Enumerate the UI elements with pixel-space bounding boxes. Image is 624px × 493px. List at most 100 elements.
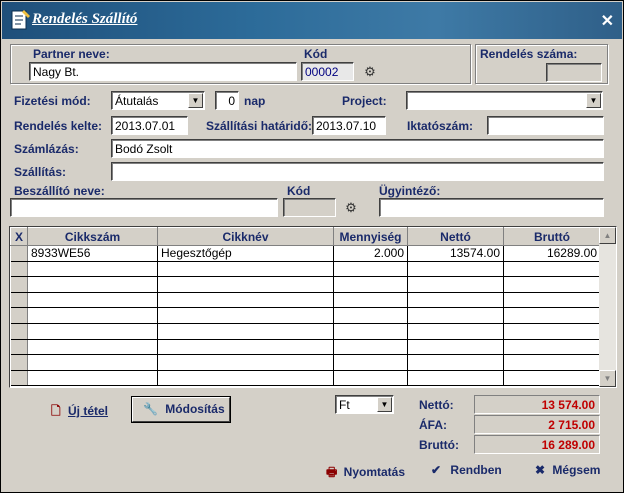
project-label: Project: bbox=[342, 94, 387, 108]
cell-gross: 16289.00 bbox=[503, 245, 601, 262]
modify-button[interactable]: 🔧 Módosítás bbox=[132, 397, 230, 422]
scroll-down-icon[interactable]: ▼ bbox=[599, 370, 616, 387]
column-header-code[interactable]: Cikkszám bbox=[27, 227, 158, 246]
row-selector[interactable] bbox=[10, 276, 28, 293]
empty-cell bbox=[503, 370, 601, 387]
items-grid[interactable]: X Cikkszám Cikknév Mennyiség Nettó Brutt… bbox=[9, 226, 617, 388]
empty-cell bbox=[27, 370, 158, 387]
chevron-down-icon[interactable]: ▼ bbox=[377, 397, 392, 412]
row-selector[interactable] bbox=[10, 323, 28, 340]
empty-cell bbox=[407, 370, 504, 387]
ok-button[interactable]: ✔ Rendben bbox=[431, 463, 502, 477]
payment-method-value: Átutalás bbox=[115, 94, 159, 108]
cancel-label: Mégsem bbox=[552, 463, 601, 477]
partner-lookup-icon[interactable]: ⚙ bbox=[362, 64, 378, 80]
payment-days-field[interactable]: 0 bbox=[215, 91, 239, 110]
currency-select[interactable]: Ft ▼ bbox=[335, 395, 394, 414]
delivery-deadline-field[interactable]: 2013.07.10 bbox=[312, 116, 386, 135]
partner-name-field[interactable]: Nagy Bt. bbox=[29, 62, 297, 81]
order-date-field[interactable]: 2013.07.01 bbox=[111, 116, 188, 135]
empty-cell bbox=[503, 261, 601, 278]
supplier-code-field[interactable] bbox=[283, 198, 336, 217]
row-selector[interactable] bbox=[10, 370, 28, 387]
column-header-qty[interactable]: Mennyiség bbox=[333, 227, 408, 246]
empty-cell bbox=[407, 339, 504, 356]
supplier-lookup-icon[interactable]: ⚙ bbox=[343, 200, 359, 216]
empty-cell bbox=[157, 292, 334, 309]
table-header-row: X Cikkszám Cikknév Mennyiség Nettó Brutt… bbox=[10, 227, 601, 246]
table-row[interactable] bbox=[10, 339, 601, 356]
chevron-down-icon[interactable]: ▼ bbox=[586, 93, 601, 108]
empty-cell bbox=[407, 323, 504, 340]
row-selector[interactable] bbox=[10, 261, 28, 278]
partner-code-label: Kód bbox=[304, 47, 328, 61]
row-selector[interactable] bbox=[10, 307, 28, 324]
empty-cell bbox=[27, 261, 158, 278]
empty-cell bbox=[407, 276, 504, 293]
empty-cell bbox=[407, 261, 504, 278]
payment-method-label: Fizetési mód: bbox=[14, 94, 91, 108]
app-logo-icon bbox=[11, 10, 30, 30]
cell-code: 8933WE56 bbox=[27, 245, 158, 262]
empty-cell bbox=[333, 276, 408, 293]
row-selector[interactable] bbox=[10, 292, 28, 309]
agent-field[interactable] bbox=[379, 198, 604, 217]
billing-field[interactable]: Bodó Zsolt bbox=[111, 139, 604, 158]
table-row[interactable] bbox=[10, 323, 601, 340]
row-selector[interactable] bbox=[10, 245, 28, 262]
print-button[interactable]: 🖶 Nyomtatás bbox=[326, 463, 405, 484]
grid-scrollbar[interactable]: ▲ ▼ bbox=[599, 227, 616, 387]
new-item-label: Új tétel bbox=[68, 404, 109, 418]
empty-cell bbox=[27, 323, 158, 340]
empty-cell bbox=[333, 354, 408, 371]
vat-total-label: ÁFA: bbox=[419, 418, 447, 432]
table-row[interactable] bbox=[10, 370, 601, 387]
empty-cell bbox=[333, 307, 408, 324]
empty-cell bbox=[503, 276, 601, 293]
table-row[interactable] bbox=[10, 354, 601, 371]
partner-code-field[interactable]: 00002 bbox=[301, 62, 354, 81]
table-row[interactable] bbox=[10, 261, 601, 278]
chevron-down-icon[interactable]: ▼ bbox=[188, 93, 203, 108]
table-row[interactable] bbox=[10, 292, 601, 309]
empty-cell bbox=[157, 323, 334, 340]
new-item-button[interactable]: 🗋 Új tétel bbox=[51, 402, 108, 423]
column-header-net[interactable]: Nettó bbox=[407, 227, 504, 246]
scroll-up-icon[interactable]: ▲ bbox=[599, 227, 616, 244]
order-number-field bbox=[546, 63, 602, 82]
supplier-name-field[interactable] bbox=[10, 198, 278, 217]
column-header-name[interactable]: Cikknév bbox=[157, 227, 334, 246]
table-row[interactable] bbox=[10, 276, 601, 293]
shipping-field[interactable] bbox=[111, 162, 604, 181]
items-table: X Cikkszám Cikknév Mennyiség Nettó Brutt… bbox=[10, 227, 601, 387]
vat-total-value: 2 715.00 bbox=[474, 415, 600, 434]
empty-cell bbox=[503, 354, 601, 371]
window-title: Rendelés Szállító bbox=[32, 11, 138, 27]
empty-cell bbox=[27, 276, 158, 293]
cancel-icon: ✖ bbox=[535, 463, 546, 477]
filing-number-field[interactable] bbox=[487, 116, 604, 135]
delivery-deadline-label: Szállítási határidő: bbox=[206, 119, 313, 133]
project-select[interactable]: ▼ bbox=[406, 91, 603, 110]
print-label: Nyomtatás bbox=[343, 465, 406, 479]
table-row[interactable] bbox=[10, 307, 601, 324]
empty-cell bbox=[27, 292, 158, 309]
filing-number-label: Iktatószám: bbox=[407, 119, 474, 133]
row-selector[interactable] bbox=[10, 339, 28, 356]
cell-qty: 2.000 bbox=[333, 245, 408, 262]
cancel-button[interactable]: ✖ Mégsem bbox=[535, 463, 600, 477]
empty-cell bbox=[157, 276, 334, 293]
empty-cell bbox=[157, 354, 334, 371]
payment-method-select[interactable]: Átutalás ▼ bbox=[111, 91, 205, 110]
order-date-label: Rendelés kelte: bbox=[14, 119, 103, 133]
table-row[interactable]: 8933WE56 Hegesztőgép 2.000 13574.00 1628… bbox=[10, 245, 601, 262]
billing-label: Számlázás: bbox=[14, 142, 79, 156]
supplier-code-label: Kód bbox=[287, 184, 311, 198]
column-header-x[interactable]: X bbox=[10, 227, 28, 246]
order-number-label: Rendelés száma: bbox=[480, 47, 578, 61]
close-icon[interactable]: ✕ bbox=[601, 11, 614, 31]
column-header-gross[interactable]: Bruttó bbox=[503, 227, 601, 246]
row-selector[interactable] bbox=[10, 354, 28, 371]
title-bar: Rendelés Szállító ✕ bbox=[2, 2, 622, 39]
checkmark-icon: ✔ bbox=[431, 463, 442, 477]
